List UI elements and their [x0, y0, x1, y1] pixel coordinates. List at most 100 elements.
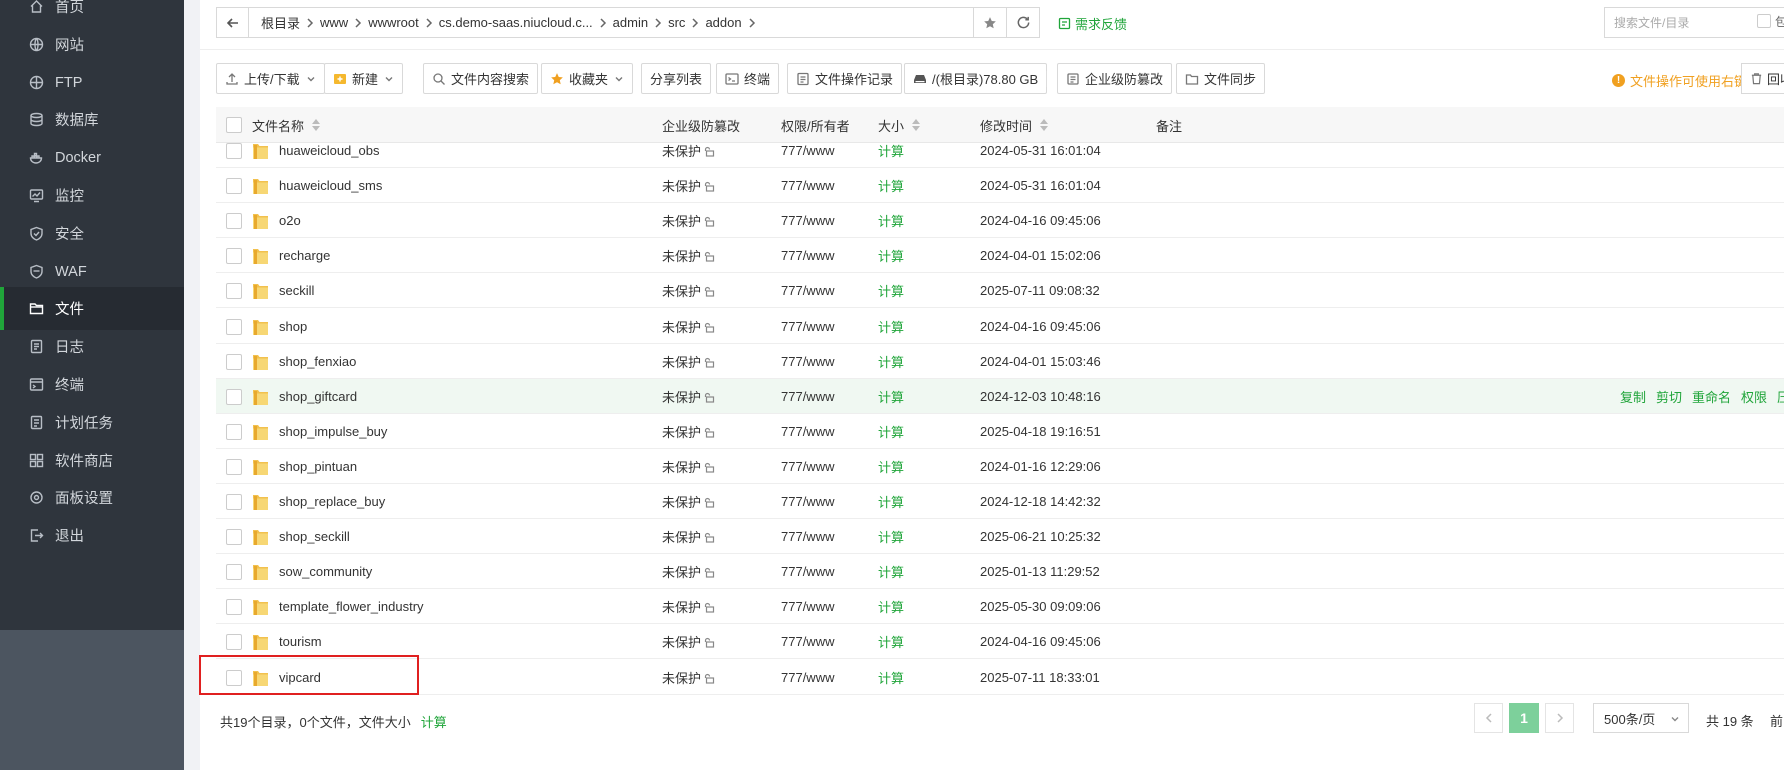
file-name[interactable]: seckill: [279, 283, 314, 298]
table-row[interactable]: o2o 未保护 777/www 计算 2024-04-16 09:45:06: [216, 203, 1784, 238]
file-name[interactable]: recharge: [279, 248, 330, 263]
row-checkbox[interactable]: [226, 458, 242, 475]
row-checkbox[interactable]: [226, 493, 242, 510]
permission-cell[interactable]: 777/www: [781, 484, 834, 519]
upload-download-button[interactable]: 上传/下载: [216, 63, 325, 94]
file-name[interactable]: shop_seckill: [279, 529, 350, 544]
size-calc-link[interactable]: 计算: [878, 143, 904, 168]
row-checkbox[interactable]: [226, 212, 242, 229]
sidebar-item-globe[interactable]: 网站: [0, 23, 184, 66]
size-calc-link[interactable]: 计算: [878, 203, 904, 238]
row-checkbox[interactable]: [226, 598, 242, 615]
tamper-cell[interactable]: 未保护: [662, 449, 715, 484]
file-name[interactable]: shop_giftcard: [279, 389, 357, 404]
breadcrumb-item[interactable]: addon: [699, 15, 747, 30]
file-name[interactable]: template_flower_industry: [279, 599, 424, 614]
file-name-cell[interactable]: seckill: [252, 273, 314, 308]
sidebar-item-shield[interactable]: 安全: [0, 212, 184, 255]
tamper-cell[interactable]: 未保护: [662, 203, 715, 238]
sidebar-item-database[interactable]: 数据库: [0, 98, 184, 141]
file-name[interactable]: huaweicloud_obs: [279, 143, 379, 158]
permission-cell[interactable]: 777/www: [781, 143, 834, 168]
permission-cell[interactable]: 777/www: [781, 414, 834, 449]
size-calc-link[interactable]: 计算: [878, 168, 904, 203]
size-calc-link[interactable]: 计算: [878, 309, 904, 344]
file-name[interactable]: shop_pintuan: [279, 459, 357, 474]
file-name-cell[interactable]: shop_pintuan: [252, 449, 357, 484]
row-checkbox[interactable]: [226, 143, 242, 159]
size-calc-link[interactable]: 计算: [878, 344, 904, 379]
file-name-cell[interactable]: sow_community: [252, 554, 372, 589]
row-action-link[interactable]: 压缩: [1777, 387, 1784, 406]
file-name[interactable]: shop: [279, 319, 307, 334]
breadcrumb-item[interactable]: 根目录: [255, 13, 306, 32]
size-calc-link[interactable]: 计算: [878, 414, 904, 449]
terminal-button[interactable]: 终端: [716, 63, 780, 94]
file-name-cell[interactable]: huaweicloud_sms: [252, 168, 382, 203]
back-button[interactable]: [217, 8, 249, 37]
page-current[interactable]: 1: [1509, 703, 1539, 733]
tamper-cell[interactable]: 未保护: [662, 414, 715, 449]
row-checkbox[interactable]: [226, 528, 242, 545]
table-row[interactable]: shop_replace_buy 未保护 777/www 计算 2024-12-18 1…: [216, 484, 1784, 519]
tamper-cell[interactable]: 未保护: [662, 660, 715, 695]
size-calc-link[interactable]: 计算: [878, 554, 904, 589]
tamper-cell[interactable]: 未保护: [662, 273, 715, 308]
file-name[interactable]: sow_community: [279, 564, 372, 579]
share-list-button[interactable]: 分享列表: [641, 63, 712, 94]
recycle-bin-button[interactable]: 回收: [1741, 63, 1784, 94]
table-row[interactable]: huaweicloud_sms 未保护 777/www 计算 2024-05-31 16…: [216, 168, 1784, 203]
header-name[interactable]: 文件名称: [252, 107, 321, 143]
table-row[interactable]: shop_impulse_buy 未保护 777/www 计算 2025-04-18 1…: [216, 414, 1784, 449]
tamper-cell[interactable]: 未保护: [662, 484, 715, 519]
table-row[interactable]: recharge 未保护 777/www 计算 2024-04-01 15:02:06: [216, 238, 1784, 273]
refresh-button[interactable]: [1006, 7, 1040, 38]
header-size[interactable]: 大小: [878, 107, 921, 143]
size-calc-link[interactable]: 计算: [878, 273, 904, 308]
permission-cell[interactable]: 777/www: [781, 238, 834, 273]
sidebar-item-folder[interactable]: 文件: [0, 287, 184, 330]
row-checkbox[interactable]: [226, 563, 242, 580]
permission-cell[interactable]: 777/www: [781, 309, 834, 344]
file-name-cell[interactable]: shop_fenxiao: [252, 344, 356, 379]
tamper-cell[interactable]: 未保护: [662, 238, 715, 273]
footer-calc-link[interactable]: 计算: [421, 712, 447, 731]
tamper-cell[interactable]: 未保护: [662, 379, 715, 414]
tamper-cell[interactable]: 未保护: [662, 168, 715, 203]
disk-button[interactable]: /(根目录)78.80 GB: [904, 63, 1048, 94]
row-action-link[interactable]: 复制: [1620, 387, 1646, 406]
table-row[interactable]: shop_giftcard 未保护 777/www 计算 2024-12-03 10:4…: [216, 379, 1784, 414]
file-name[interactable]: huaweicloud_sms: [279, 178, 382, 193]
operation-log-button[interactable]: 文件操作记录: [787, 63, 903, 94]
size-calc-link[interactable]: 计算: [878, 449, 904, 484]
select-all-checkbox[interactable]: [226, 117, 242, 133]
permission-cell[interactable]: 777/www: [781, 344, 834, 379]
permission-cell[interactable]: 777/www: [781, 519, 834, 554]
sidebar-item-docker[interactable]: Docker: [0, 136, 184, 179]
permission-cell[interactable]: 777/www: [781, 379, 834, 414]
permission-cell[interactable]: 777/www: [781, 660, 834, 695]
table-row[interactable]: shop_fenxiao 未保护 777/www 计算 2024-04-01 15:03…: [216, 344, 1784, 379]
size-calc-link[interactable]: 计算: [878, 624, 904, 659]
file-name[interactable]: shop_replace_buy: [279, 494, 385, 509]
sidebar-item-task[interactable]: 计划任务: [0, 401, 184, 444]
table-row[interactable]: tourism 未保护 777/www 计算 2024-04-16 09:45:06: [216, 624, 1784, 659]
file-name-cell[interactable]: shop: [252, 309, 307, 344]
search-input[interactable]: [1614, 15, 1744, 30]
table-row[interactable]: shop_seckill 未保护 777/www 计算 2025-06-21 10:25…: [216, 519, 1784, 554]
tamper-protect-button[interactable]: 企业级防篡改: [1057, 63, 1173, 94]
tamper-cell[interactable]: 未保护: [662, 519, 715, 554]
favorites-button[interactable]: 收藏夹: [541, 63, 634, 94]
breadcrumb-item[interactable]: wwwroot: [362, 15, 425, 30]
file-name[interactable]: tourism: [279, 634, 322, 649]
file-name[interactable]: shop_fenxiao: [279, 354, 356, 369]
breadcrumb-item[interactable]: admin: [607, 15, 654, 30]
file-name-cell[interactable]: shop_replace_buy: [252, 484, 385, 519]
permission-cell[interactable]: 777/www: [781, 273, 834, 308]
file-name-cell[interactable]: recharge: [252, 238, 330, 273]
prev-page-button[interactable]: [1474, 703, 1503, 733]
permission-cell[interactable]: 777/www: [781, 624, 834, 659]
row-checkbox[interactable]: [226, 247, 242, 264]
file-name-cell[interactable]: tourism: [252, 624, 322, 659]
feedback-link[interactable]: 需求反馈: [1058, 14, 1127, 33]
